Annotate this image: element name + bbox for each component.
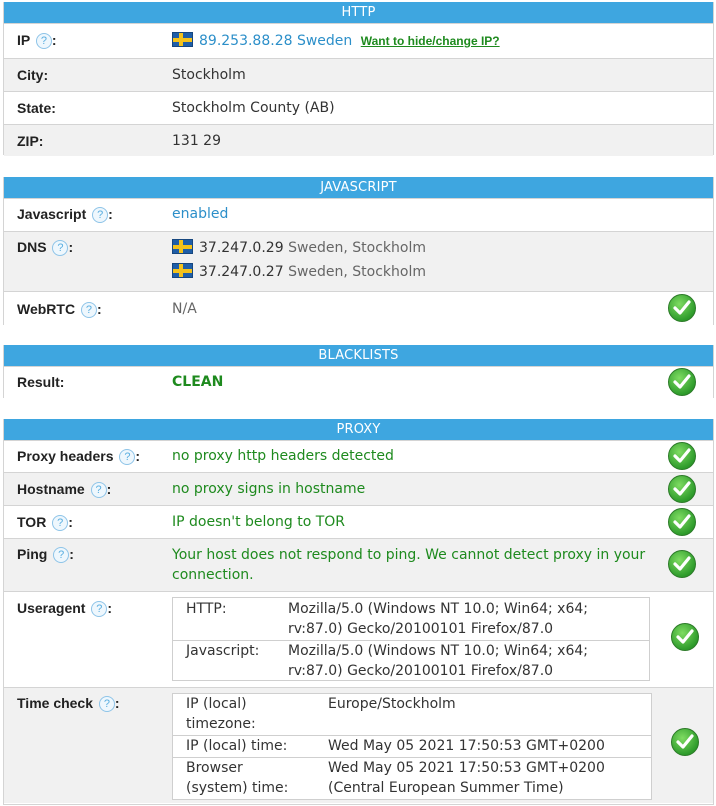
proxy-headers-label: Proxy headers [17, 448, 114, 464]
zip-label: ZIP: [17, 133, 44, 149]
timezone-row: IP (local) timezone: Europe/Stockholm [173, 694, 651, 735]
proxy-headers-value: no proxy http headers detected [172, 448, 394, 464]
proxy-headers-row: Proxy headers ?: no proxy http headers d… [4, 440, 713, 472]
help-icon[interactable]: ? [98, 696, 115, 712]
javascript-section: JAVASCRIPT Javascript ?: enabled DNS ?: … [3, 177, 714, 325]
ua-http-value: Mozilla/5.0 (Windows NT 10.0; Win64; x64… [288, 601, 588, 637]
useragent-label: Useragent [17, 600, 86, 616]
useragent-row: Useragent ?: HTTP: Mozilla/5.0 (Windows … [4, 591, 713, 687]
zip-row: ZIP: 131 29 [4, 124, 713, 156]
tor-label: TOR [17, 514, 47, 530]
webrtc-row: WebRTC ?: N/A [4, 291, 713, 325]
city-row: City: Stockholm [4, 58, 713, 91]
ua-http-key: HTTP: [186, 601, 227, 617]
time-check-row: Time check ?: IP (local) timezone: Europ… [4, 687, 713, 803]
tor-value: IP doesn't belong to TOR [172, 514, 346, 530]
check-icon [668, 508, 696, 536]
ping-value: Your host does not respond to ping. We c… [172, 547, 646, 583]
hostname-row: Hostname ?: no proxy signs in hostname [4, 472, 713, 505]
browser-time-row: Browser (system) time: Wed May 05 2021 1… [173, 757, 651, 799]
result-value: CLEAN [172, 374, 224, 390]
javascript-value: enabled [172, 206, 229, 222]
zip-value: 131 29 [172, 133, 221, 149]
check-icon [668, 368, 696, 396]
check-icon [668, 550, 696, 578]
check-icon [668, 442, 696, 470]
ip-label: IP [17, 32, 30, 48]
blacklists-section: BLACKLISTS Result: CLEAN [3, 345, 714, 398]
sweden-flag-icon [172, 32, 193, 47]
ua-js-value: Mozilla/5.0 (Windows NT 10.0; Win64; x64… [288, 643, 588, 679]
check-icon [668, 294, 696, 322]
javascript-label: Javascript [17, 206, 87, 222]
city-label: City: [17, 67, 49, 83]
help-icon[interactable]: ? [52, 515, 69, 531]
browser-time-key: Browser (system) time: [186, 760, 289, 796]
result-row: Result: CLEAN [4, 366, 713, 398]
state-label: State: [17, 100, 56, 116]
help-icon[interactable]: ? [80, 302, 97, 318]
http-header: HTTP [4, 2, 713, 23]
help-icon[interactable]: ? [119, 449, 136, 465]
blacklists-header: BLACKLISTS [4, 345, 713, 366]
proxy-section: PROXY Proxy headers ?: no proxy http hea… [3, 419, 714, 805]
http-section: HTTP IP ?: 89.253.88.28 Sweden Want to h… [3, 2, 714, 156]
help-icon[interactable]: ? [52, 240, 69, 256]
sweden-flag-icon [172, 239, 193, 254]
javascript-row: Javascript ?: enabled [4, 198, 713, 231]
result-label: Result: [17, 374, 65, 390]
timezone-value: Europe/Stockholm [328, 696, 456, 712]
time-check-table: IP (local) timezone: Europe/Stockholm IP… [172, 693, 652, 800]
tor-row: TOR ?: IP doesn't belong to TOR [4, 505, 713, 538]
useragent-table: HTTP: Mozilla/5.0 (Windows NT 10.0; Win6… [172, 597, 650, 681]
dns-label: DNS [17, 239, 47, 255]
help-icon[interactable]: ? [35, 33, 52, 49]
hostname-label: Hostname [17, 481, 85, 497]
help-icon[interactable]: ? [91, 601, 108, 617]
help-icon[interactable]: ? [53, 547, 70, 563]
useragent-http-row: HTTP: Mozilla/5.0 (Windows NT 10.0; Win6… [173, 598, 649, 640]
hide-ip-link[interactable]: Want to hide/change IP? [361, 34, 500, 48]
state-value: Stockholm County (AB) [172, 100, 335, 116]
hostname-value: no proxy signs in hostname [172, 481, 366, 497]
useragent-js-row: Javascript: Mozilla/5.0 (Windows NT 10.0… [173, 640, 649, 681]
ip-row: IP ?: 89.253.88.28 Sweden Want to hide/c… [4, 23, 713, 58]
browser-time-value: Wed May 05 2021 17:50:53 GMT+0200 (Centr… [328, 760, 605, 796]
javascript-header: JAVASCRIPT [4, 177, 713, 198]
check-icon [668, 475, 696, 503]
check-icon [671, 623, 699, 651]
dns-entry: 37.247.0.29 Sweden, Stockholm [172, 239, 426, 256]
dns-row: DNS ?: 37.247.0.29 Sweden, Stockholm 37.… [4, 231, 713, 291]
proxy-header: PROXY [4, 419, 713, 440]
help-icon[interactable]: ? [90, 482, 107, 498]
ping-row: Ping ?: Your host does not respond to pi… [4, 538, 713, 591]
help-icon[interactable]: ? [92, 207, 109, 223]
time-check-label: Time check [17, 695, 94, 711]
webrtc-value: N/A [172, 301, 197, 317]
sweden-flag-icon [172, 263, 193, 278]
ping-label: Ping [17, 546, 48, 562]
timezone-key: IP (local) timezone: [186, 696, 256, 732]
state-row: State: Stockholm County (AB) [4, 91, 713, 124]
ip-time-row: IP (local) time: Wed May 05 2021 17:50:5… [173, 735, 651, 757]
ip-time-key: IP (local) time: [186, 738, 288, 754]
ip-value: 89.253.88.28 Sweden [199, 33, 353, 49]
webrtc-label: WebRTC [17, 301, 76, 317]
ip-time-value: Wed May 05 2021 17:50:53 GMT+0200 [328, 738, 605, 754]
ua-js-key: Javascript: [186, 643, 260, 659]
city-value: Stockholm [172, 67, 246, 83]
check-icon [671, 728, 699, 756]
dns-entry: 37.247.0.27 Sweden, Stockholm [172, 263, 426, 280]
